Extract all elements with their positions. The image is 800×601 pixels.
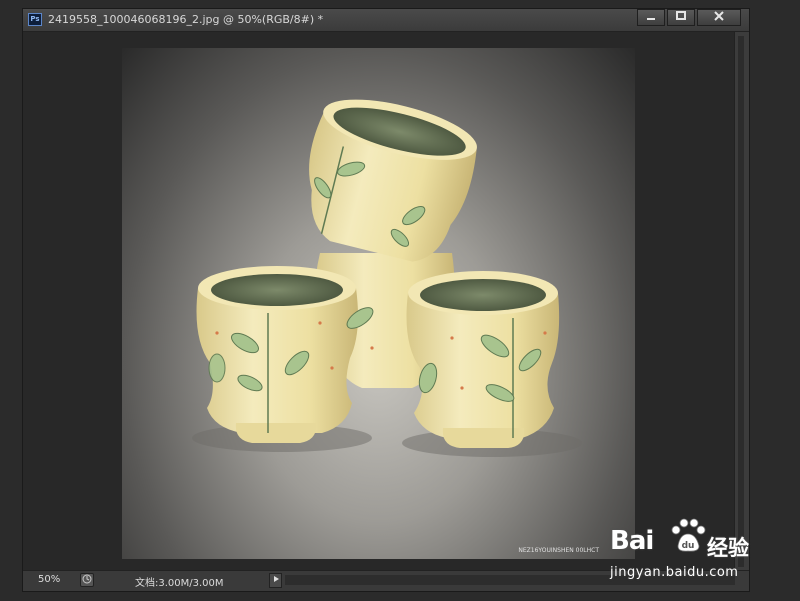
maximize-icon [676,11,686,20]
baidu-watermark: Bai du 经验 jingyan.baidu.com [610,512,780,592]
document-title: 2419558_100046068196_2.jpg @ 50%(RGB/8#)… [48,13,324,26]
close-icon [714,11,724,21]
zoom-level[interactable]: 50% [38,574,60,585]
minimize-button[interactable] [637,9,665,26]
status-menu-button[interactable] [269,573,282,588]
canvas-area[interactable]: NEZ16YOUINSHEN 00LHCT [23,32,735,571]
watermark-logo: Bai [610,526,654,556]
document-image: NEZ16YOUINSHEN 00LHCT [122,48,635,559]
svg-text:du: du [682,541,695,551]
watermark-url: jingyan.baidu.com [610,565,739,580]
photoshop-icon: Ps [28,13,42,26]
minimize-icon [647,18,655,20]
close-button[interactable] [697,9,741,26]
status-info-icon[interactable] [80,573,94,587]
paw-icon: du [671,518,706,552]
window-controls [635,9,741,27]
vertical-scrollbar[interactable] [734,32,749,571]
image-caption: NEZ16YOUINSHEN 00LHCT [518,547,599,554]
watermark-brand: 经验 [707,536,749,560]
title-bar[interactable]: Ps 2419558_100046068196_2.jpg @ 50%(RGB/… [23,9,749,32]
ceramic-cups-photo [192,99,582,457]
document-window: Ps 2419558_100046068196_2.jpg @ 50%(RGB/… [22,8,750,592]
document-size: 文档:3.00M/3.00M [135,578,224,589]
vertical-scroll-track[interactable] [738,36,744,567]
triangle-right-icon [273,576,279,582]
maximize-button[interactable] [667,9,695,26]
clock-icon [82,574,92,584]
